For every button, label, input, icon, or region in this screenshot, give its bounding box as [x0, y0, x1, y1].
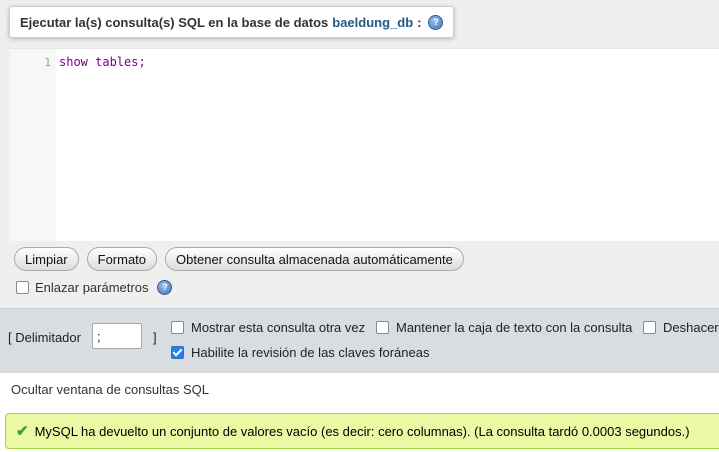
- bind-parameters-label[interactable]: Enlazar parámetros: [35, 280, 148, 295]
- sql-query-panel: Ejecutar la(s) consulta(s) SQL en la bas…: [0, 0, 719, 373]
- database-link[interactable]: baeldung_db: [332, 15, 413, 30]
- show-query-again-checkbox[interactable]: [171, 321, 184, 334]
- show-query-again-option[interactable]: Mostrar esta consulta otra vez: [171, 320, 365, 335]
- help-icon[interactable]: ?: [157, 280, 173, 295]
- format-button[interactable]: Formato: [86, 247, 158, 271]
- bind-parameters-checkbox[interactable]: [16, 281, 29, 294]
- query-options: [ Delimitador ; ] Mostrar esta consulta …: [0, 308, 719, 373]
- delimiter-bracket: ]: [153, 330, 157, 345]
- line-gutter: 1: [10, 49, 56, 241]
- keep-textbox-label[interactable]: Mantener la caja de texto con la consult…: [396, 320, 632, 335]
- title-prefix: Ejecutar la(s) consulta(s) SQL en la bas…: [20, 14, 329, 30]
- clear-button[interactable]: Limpiar: [14, 247, 79, 271]
- help-icon[interactable]: ?: [428, 14, 444, 30]
- foreign-keys-option[interactable]: Habilite la revisión de las claves forán…: [171, 345, 429, 360]
- query-title: Ejecutar la(s) consulta(s) SQL en la bas…: [9, 6, 455, 38]
- sql-editor[interactable]: 1 show tables;: [10, 48, 719, 241]
- bind-parameters: Enlazar parámetros ?: [16, 280, 173, 295]
- rollback-checkbox[interactable]: [643, 321, 656, 334]
- success-message-text: MySQL ha devuelto un conjunto de valores…: [34, 423, 690, 439]
- checkmark-icon: ✔: [16, 423, 29, 440]
- code-line[interactable]: show tables;: [59, 55, 146, 69]
- line-number: 1: [44, 56, 51, 69]
- delimiter-input[interactable]: ;: [92, 323, 142, 349]
- success-message: ✔ MySQL ha devuelto un conjunto de valor…: [5, 413, 719, 449]
- get-autosaved-query-button[interactable]: Obtener consulta almacenada automáticame…: [165, 247, 464, 271]
- title-suffix: :: [417, 14, 422, 30]
- rollback-option[interactable]: Deshacer: [643, 320, 719, 335]
- keep-textbox-option[interactable]: Mantener la caja de texto con la consult…: [376, 320, 632, 335]
- foreign-keys-label[interactable]: Habilite la revisión de las claves forán…: [191, 345, 429, 360]
- keep-textbox-checkbox[interactable]: [376, 321, 389, 334]
- hide-query-window-link[interactable]: Ocultar ventana de consultas SQL: [11, 382, 209, 397]
- editor-buttons: Limpiar Formato Obtener consulta almacen…: [14, 247, 464, 271]
- rollback-label[interactable]: Deshacer: [663, 320, 719, 335]
- foreign-keys-checkbox[interactable]: [171, 346, 184, 359]
- show-query-again-label[interactable]: Mostrar esta consulta otra vez: [191, 320, 365, 335]
- delimiter-label: [ Delimitador: [8, 330, 81, 345]
